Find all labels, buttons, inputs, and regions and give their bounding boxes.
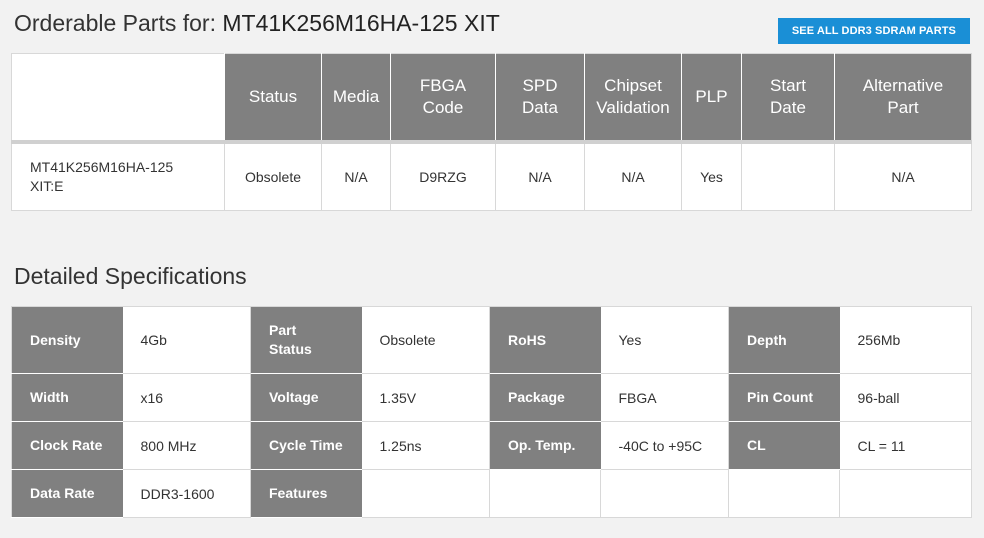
spec-value-cl: CL = 11 xyxy=(839,421,972,470)
spec-label-density: Density xyxy=(11,306,123,374)
col-header-plp: PLP xyxy=(681,53,742,144)
plp-cell: Yes xyxy=(681,142,742,211)
table-row: MT41K256M16HA-125 XIT:E Obsolete N/A D9RZ… xyxy=(11,142,972,211)
col-header-status: Status xyxy=(224,53,322,144)
spec-row: Density 4Gb Part Status Obsolete RoHS Yes… xyxy=(11,306,972,374)
start-date-cell xyxy=(741,142,835,211)
spec-value-rohs: Yes xyxy=(600,306,729,374)
spec-label-depth: Depth xyxy=(728,306,840,374)
parts-header-blank xyxy=(11,53,225,144)
spec-value-op-temp: -40C to +95C xyxy=(600,421,729,470)
page-title-prefix: Orderable Parts for: xyxy=(14,10,216,36)
spd-data-cell: N/A xyxy=(495,142,585,211)
spec-label-width: Width xyxy=(11,373,123,422)
spec-label-features: Features xyxy=(250,469,362,518)
fbga-code-cell: D9RZG xyxy=(390,142,496,211)
spec-value-depth: 256Mb xyxy=(839,306,972,374)
col-header-media: Media xyxy=(321,53,391,144)
spec-label-cycle-time: Cycle Time xyxy=(250,421,362,470)
spec-value-pin-count: 96-ball xyxy=(839,373,972,422)
see-all-parts-button[interactable]: SEE ALL DDR3 SDRAM PARTS xyxy=(777,18,970,44)
parts-header-row: Status Media FBGA Code SPD Data Chipset Val… xyxy=(11,53,972,144)
spec-label-op-temp: Op. Temp. xyxy=(489,421,601,470)
spec-empty-cell xyxy=(600,469,729,518)
col-header-spd-data: SPD Data xyxy=(495,53,585,144)
alternative-part-cell: N/A xyxy=(834,142,972,211)
spec-label-clock-rate: Clock Rate xyxy=(11,421,123,470)
spec-empty-cell xyxy=(839,469,972,518)
part-number-cell: MT41K256M16HA-125 XIT:E xyxy=(11,142,225,211)
status-cell: Obsolete xyxy=(224,142,322,211)
spec-value-density: 4Gb xyxy=(122,306,251,374)
detailed-specifications-table: Density 4Gb Part Status Obsolete RoHS Yes… xyxy=(11,306,972,518)
spec-label-data-rate: Data Rate xyxy=(11,469,123,518)
spec-label-pin-count: Pin Count xyxy=(728,373,840,422)
spec-value-part-status: Obsolete xyxy=(361,306,490,374)
spec-label-cl: CL xyxy=(728,421,840,470)
spec-value-cycle-time: 1.25ns xyxy=(361,421,490,470)
spec-value-voltage: 1.35V xyxy=(361,373,490,422)
spec-row: Clock Rate 800 MHz Cycle Time 1.25ns Op.… xyxy=(11,421,972,470)
chipset-validation-cell: N/A xyxy=(584,142,682,211)
spec-value-width: x16 xyxy=(122,373,251,422)
spec-value-package: FBGA xyxy=(600,373,729,422)
page-title: Orderable Parts for: MT41K256M16HA-125 X… xyxy=(14,10,500,37)
col-header-fbga-code: FBGA Code xyxy=(390,53,496,144)
spec-label-voltage: Voltage xyxy=(250,373,362,422)
spec-value-data-rate: DDR3-1600 xyxy=(122,469,251,518)
col-header-alternative-part: Alternative Part xyxy=(834,53,972,144)
col-header-chipset-validation: Chipset Validation xyxy=(584,53,682,144)
orderable-parts-table: Status Media FBGA Code SPD Data Chipset Val… xyxy=(11,53,972,211)
spec-row: Data Rate DDR3-1600 Features xyxy=(11,469,972,518)
spec-label-part-status: Part Status xyxy=(250,306,362,374)
spec-empty-cell xyxy=(728,469,840,518)
spec-value-features xyxy=(361,469,490,518)
detailed-specifications-heading: Detailed Specifications xyxy=(14,263,247,289)
spec-label-package: Package xyxy=(489,373,601,422)
spec-row: Width x16 Voltage 1.35V Package FBGA Pin… xyxy=(11,373,972,422)
spec-empty-cell xyxy=(489,469,601,518)
title-row: Orderable Parts for: MT41K256M16HA-125 X… xyxy=(14,10,970,44)
page-title-part-number: MT41K256M16HA-125 XIT xyxy=(222,10,500,36)
col-header-start-date: Start Date xyxy=(741,53,835,144)
spec-label-rohs: RoHS xyxy=(489,306,601,374)
media-cell: N/A xyxy=(321,142,391,211)
spec-value-clock-rate: 800 MHz xyxy=(122,421,251,470)
